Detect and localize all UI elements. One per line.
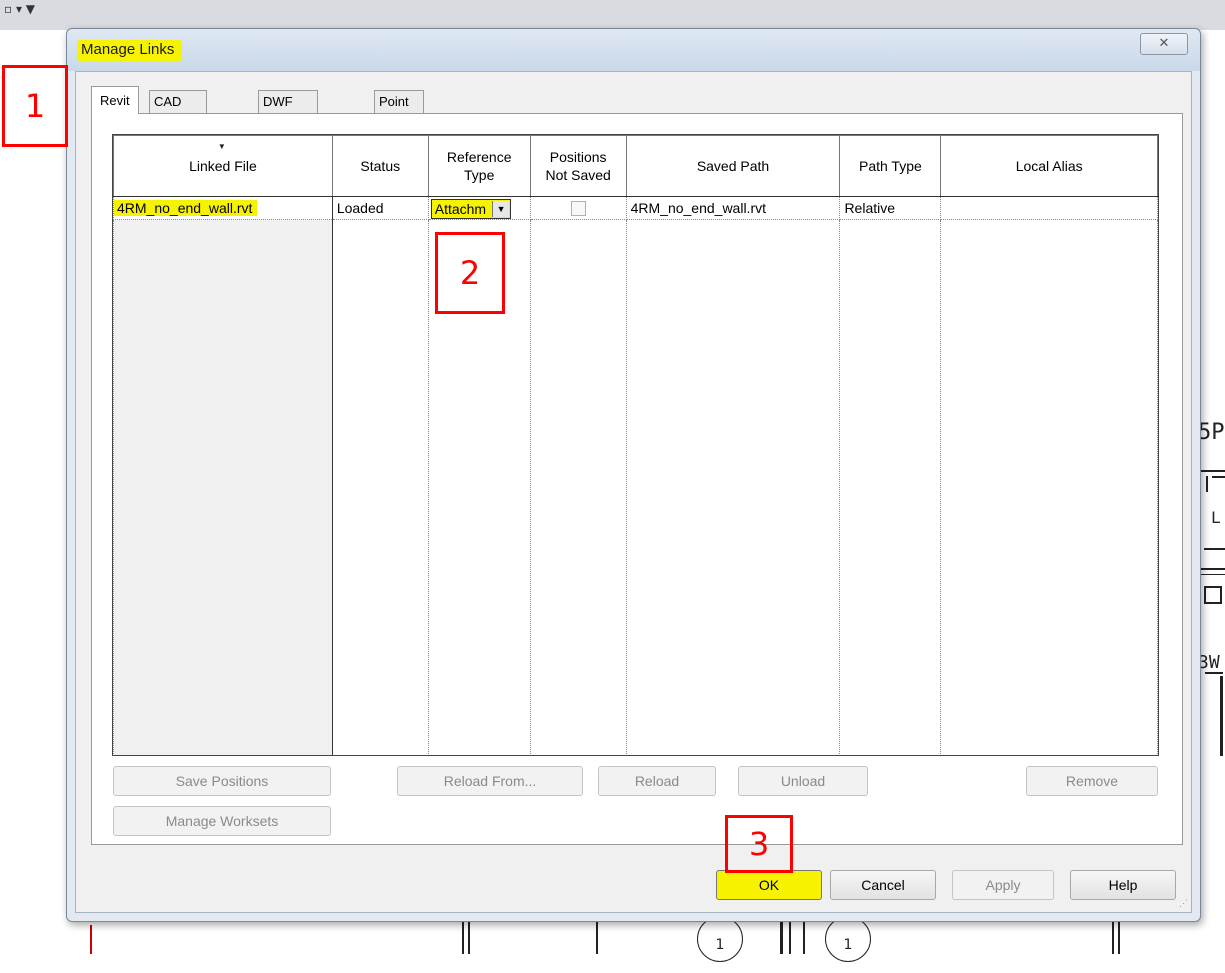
close-icon[interactable]: ✕ [1140, 33, 1188, 55]
drawing-line [90, 925, 92, 954]
grid-bubble: 1 [825, 916, 871, 962]
ok-button[interactable]: OK [716, 870, 822, 900]
drawing-line [1200, 470, 1225, 472]
reference-type-value: Attachm [434, 200, 487, 217]
table-row[interactable]: 4RM_no_end_wall.rvt Loaded Attachm ▼ 4RM… [113, 196, 1158, 220]
tab-cad-formats[interactable]: CAD Formats [149, 90, 207, 131]
column-header-positions-not-saved[interactable]: Positions Not Saved [529, 135, 627, 197]
column-header-saved-path[interactable]: Saved Path [625, 135, 841, 197]
status-cell: Loaded [331, 196, 429, 220]
linked-file-name: 4RM_no_end_wall.rvt [114, 200, 258, 216]
drawing-line [1204, 548, 1225, 550]
links-table: ▼ Linked File Status Reference Type Posi… [113, 135, 1158, 755]
column-header-local-alias[interactable]: Local Alias [940, 135, 1158, 197]
dialog-title: Manage Links [77, 40, 183, 61]
drawing-line [1118, 922, 1120, 954]
tab-revit[interactable]: Revit [91, 86, 139, 114]
empty-grid-area [113, 219, 1158, 755]
apply-button[interactable]: Apply [952, 870, 1054, 900]
reload-button[interactable]: Reload [598, 766, 716, 796]
column-header-status[interactable]: Status [331, 135, 429, 197]
drawing-line [1212, 476, 1225, 478]
linked-file-cell[interactable]: 4RM_no_end_wall.rvt [113, 196, 333, 220]
unload-button[interactable]: Unload [738, 766, 868, 796]
quick-access-icon[interactable]: ▫ ▾ ▼ [4, 2, 35, 16]
dialog-client-area: Revit CAD Formats DWF Markups Point Clou… [75, 71, 1192, 913]
drawing-line [789, 922, 791, 954]
save-positions-button[interactable]: Save Positions [113, 766, 331, 796]
revit-tab-page: ▼ Linked File Status Reference Type Posi… [91, 113, 1183, 845]
remove-button[interactable]: Remove [1026, 766, 1158, 796]
local-alias-cell[interactable] [940, 196, 1158, 220]
drawing-text: 5P [1198, 420, 1225, 445]
drawing-text: 3W [1198, 652, 1220, 673]
drawing-line [596, 922, 598, 954]
drawing-line [1220, 676, 1223, 756]
dropdown-arrow-icon[interactable]: ▼ [492, 200, 510, 217]
app-toolbar: ▫ ▾ ▼ [0, 0, 1225, 30]
grid-bubble: 1 [697, 916, 743, 962]
links-grid: ▼ Linked File Status Reference Type Posi… [112, 134, 1159, 756]
drawing-line [1112, 922, 1114, 954]
drawing-line [1200, 574, 1225, 575]
reload-from-button[interactable]: Reload From... [397, 766, 583, 796]
drawing-line [1200, 568, 1225, 570]
annotation-marker-2: 2 [435, 232, 505, 314]
drawing-line [468, 922, 470, 954]
drawing-line [1206, 476, 1208, 492]
column-header-path-type[interactable]: Path Type [839, 135, 942, 197]
column-header-linked-file[interactable]: ▼ Linked File [113, 135, 333, 197]
saved-path-cell: 4RM_no_end_wall.rvt [625, 196, 841, 220]
manage-links-dialog: Manage Links ✕ Revit CAD Formats DWF Mar… [66, 28, 1201, 922]
path-type-cell: Relative [839, 196, 942, 220]
help-button[interactable]: Help [1070, 870, 1176, 900]
drawing-text: L [1211, 508, 1221, 527]
annotation-marker-1: 1 [2, 65, 68, 147]
dialog-title-bar[interactable]: Manage Links ✕ [67, 29, 1200, 71]
positions-not-saved-checkbox[interactable] [570, 201, 586, 217]
reference-type-dropdown[interactable]: Attachm ▼ [430, 198, 512, 219]
drawing-line [803, 922, 805, 954]
drawing-line [462, 922, 464, 954]
annotation-marker-3: 3 [725, 815, 793, 873]
cancel-button[interactable]: Cancel [830, 870, 936, 900]
column-header-reference-type[interactable]: Reference Type [427, 135, 531, 197]
tab-point-clouds[interactable]: Point Clouds [374, 90, 425, 131]
drawing-line [780, 922, 783, 954]
reference-type-cell: Attachm ▼ [427, 196, 531, 220]
manage-worksets-button[interactable]: Manage Worksets [113, 806, 331, 836]
tab-dwf-markups[interactable]: DWF Markups [258, 90, 318, 131]
drawing-line [1204, 586, 1222, 604]
positions-not-saved-cell [529, 196, 627, 220]
drawing-line [1205, 672, 1223, 674]
resize-grip-icon[interactable]: ⋰ [1179, 898, 1188, 909]
sort-indicator-icon: ▼ [217, 142, 226, 151]
